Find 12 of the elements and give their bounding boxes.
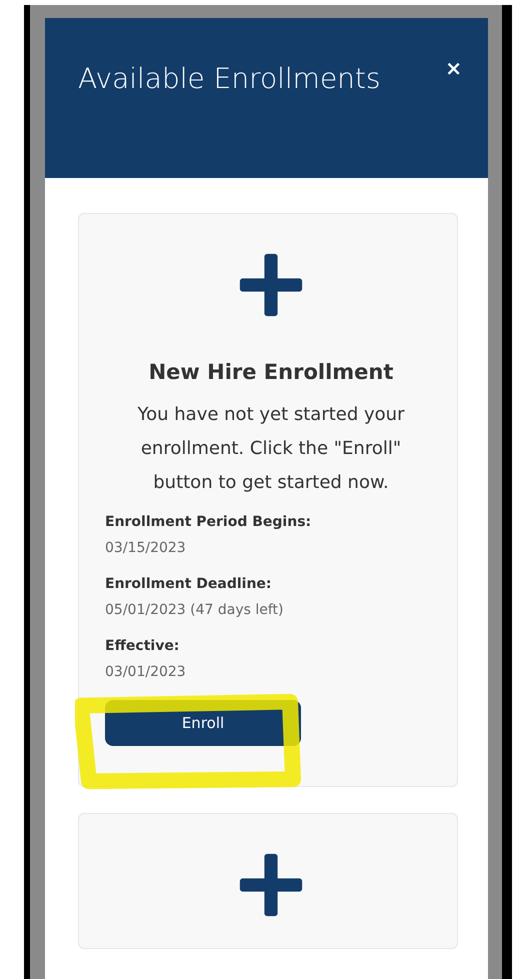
field-value: 05/01/2023 (47 days left)	[105, 601, 284, 620]
card-message: You have not yet started your enrollment. Click the "Enroll" button to get started now.	[136, 403, 406, 495]
field-label: Enrollment Deadline:	[105, 575, 273, 594]
field-value: 03/15/2023	[105, 539, 187, 558]
modal-title: Available Enrollments	[78, 61, 380, 97]
field-label: Effective:	[105, 637, 180, 656]
plus-icon	[238, 252, 304, 318]
field-value: 03/01/2023	[105, 663, 187, 682]
plus-icon	[238, 852, 304, 918]
close-button[interactable]: ×	[445, 56, 462, 80]
card-title: New Hire Enrollment	[148, 360, 394, 384]
field-label: Enrollment Period Begins:	[105, 513, 312, 532]
